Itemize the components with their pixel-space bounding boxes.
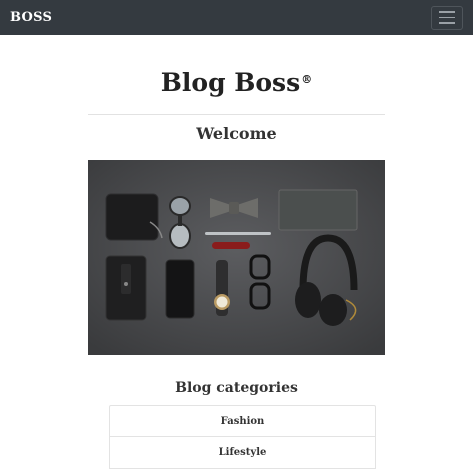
page-title: Blog Boss® xyxy=(0,68,473,97)
category-list: Fashion Lifestyle xyxy=(109,405,376,469)
hamburger-icon-line xyxy=(439,22,455,24)
hamburger-icon-line xyxy=(439,16,455,19)
welcome-heading: Welcome xyxy=(196,124,277,143)
title-divider xyxy=(88,114,385,115)
menu-toggle-button[interactable] xyxy=(431,5,463,30)
top-navbar: BOSS xyxy=(0,0,473,35)
flatlay-photo-icon xyxy=(88,160,385,355)
navbar-brand[interactable]: BOSS xyxy=(10,10,52,25)
page-title-text: Blog Boss xyxy=(160,68,301,97)
category-item-fashion[interactable]: Fashion xyxy=(109,405,376,437)
categories-heading: Blog categories xyxy=(175,380,298,396)
hamburger-icon-line xyxy=(439,11,455,13)
hero-image xyxy=(88,160,385,355)
category-item-lifestyle[interactable]: Lifestyle xyxy=(109,437,376,469)
registered-mark: ® xyxy=(301,73,313,86)
